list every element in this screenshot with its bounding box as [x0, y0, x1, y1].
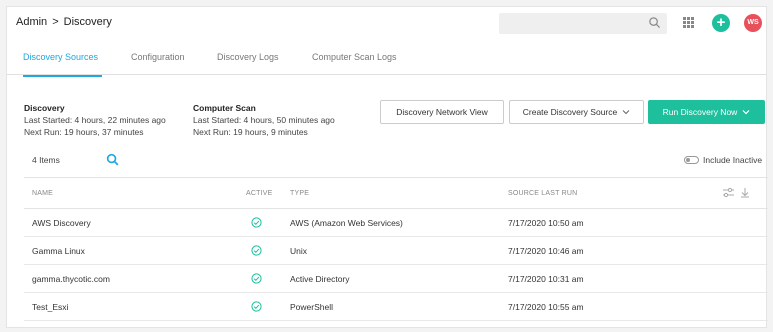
active-check-icon: [251, 273, 262, 284]
table-tools: [722, 187, 750, 198]
tab-bar: Discovery Sources Configuration Discover…: [7, 39, 766, 77]
tab-configuration[interactable]: Configuration: [131, 52, 185, 62]
download-icon[interactable]: [740, 187, 750, 198]
breadcrumb-discovery: Discovery: [63, 16, 112, 28]
source-name[interactable]: AWS Discovery: [32, 218, 91, 228]
items-count: 4 Items: [32, 155, 60, 165]
table-row[interactable]: Gamma Linux Unix 7/17/2020 10:46 am: [24, 237, 768, 265]
source-last-run: 7/17/2020 10:31 am: [508, 274, 584, 284]
apps-grid-icon[interactable]: [683, 17, 694, 28]
source-type: Unix: [290, 246, 308, 256]
active-check-icon: [251, 301, 262, 312]
breadcrumb-separator: >: [52, 16, 59, 28]
app-frame: Admin > Discovery + WS Discovery Sources…: [6, 6, 768, 328]
source-name[interactable]: Test_Esxi: [32, 302, 68, 312]
active-check-icon: [251, 245, 262, 256]
column-header-type[interactable]: TYPE: [290, 190, 309, 197]
active-tab-indicator: [23, 75, 102, 77]
tab-discovery-sources[interactable]: Discovery Sources: [23, 52, 98, 62]
tab-computer-scan-logs[interactable]: Computer Scan Logs: [312, 52, 397, 62]
column-settings-icon[interactable]: [722, 187, 735, 198]
include-inactive-label: Include Inactive: [703, 155, 763, 165]
computer-scan-last-started: Last Started: 4 hours, 50 minutes ago: [193, 115, 335, 125]
computer-scan-title: Computer Scan: [193, 103, 256, 113]
column-header-name[interactable]: NAME: [32, 190, 53, 197]
table-row[interactable]: Test_Esxi PowerShell 7/17/2020 10:55 am: [24, 293, 768, 321]
discovery-title: Discovery: [24, 103, 65, 113]
source-last-run: 7/17/2020 10:46 am: [508, 246, 584, 256]
search-icon[interactable]: [648, 16, 661, 29]
source-type: Active Directory: [290, 274, 350, 284]
chevron-down-icon: [742, 110, 750, 115]
source-name[interactable]: Gamma Linux: [32, 246, 85, 256]
source-last-run: 7/17/2020 10:55 am: [508, 302, 584, 312]
table-row[interactable]: gamma.thycotic.com Active Directory 7/17…: [24, 265, 768, 293]
search-icon[interactable]: [106, 153, 119, 166]
tab-discovery-logs[interactable]: Discovery Logs: [217, 52, 279, 62]
create-discovery-source-button[interactable]: Create Discovery Source: [509, 100, 644, 124]
add-button[interactable]: +: [712, 14, 730, 32]
discovery-last-started: Last Started: 4 hours, 22 minutes ago: [24, 115, 166, 125]
computer-scan-next-run: Next Run: 19 hours, 9 minutes: [193, 127, 308, 137]
discovery-next-run: Next Run: 19 hours, 37 minutes: [24, 127, 144, 137]
column-header-active[interactable]: ACTIVE: [246, 190, 272, 197]
search-input[interactable]: [499, 13, 667, 34]
breadcrumb-admin[interactable]: Admin: [16, 16, 47, 28]
source-type: AWS (Amazon Web Services): [290, 218, 403, 228]
breadcrumb: Admin > Discovery: [16, 16, 112, 28]
avatar[interactable]: WS: [744, 14, 762, 32]
column-header-source-last-run[interactable]: SOURCE LAST RUN: [508, 190, 577, 197]
table-row[interactable]: AWS Discovery AWS (Amazon Web Services) …: [24, 209, 768, 237]
discovery-sources-table: NAME ACTIVE TYPE SOURCE LAST RUN AWS Dis…: [24, 177, 768, 321]
source-type: PowerShell: [290, 302, 333, 312]
computer-scan-status: Computer Scan Last Started: 4 hours, 50 …: [193, 102, 335, 138]
run-discovery-now-label: Run Discovery Now: [662, 107, 738, 117]
discovery-network-view-button[interactable]: Discovery Network View: [380, 100, 504, 124]
run-discovery-now-button[interactable]: Run Discovery Now: [648, 100, 765, 124]
top-bar: Admin > Discovery + WS: [7, 7, 766, 39]
source-last-run: 7/17/2020 10:50 am: [508, 218, 584, 228]
active-check-icon: [251, 217, 262, 228]
table-header: NAME ACTIVE TYPE SOURCE LAST RUN: [24, 177, 768, 209]
create-discovery-source-label: Create Discovery Source: [522, 107, 618, 117]
include-inactive-toggle[interactable]: Include Inactive: [684, 155, 762, 165]
discovery-network-view-label: Discovery Network View: [396, 107, 488, 117]
toggle-switch[interactable]: [684, 156, 699, 164]
chevron-down-icon: [622, 110, 630, 115]
discovery-status: Discovery Last Started: 4 hours, 22 minu…: [24, 102, 166, 138]
source-name[interactable]: gamma.thycotic.com: [32, 274, 110, 284]
